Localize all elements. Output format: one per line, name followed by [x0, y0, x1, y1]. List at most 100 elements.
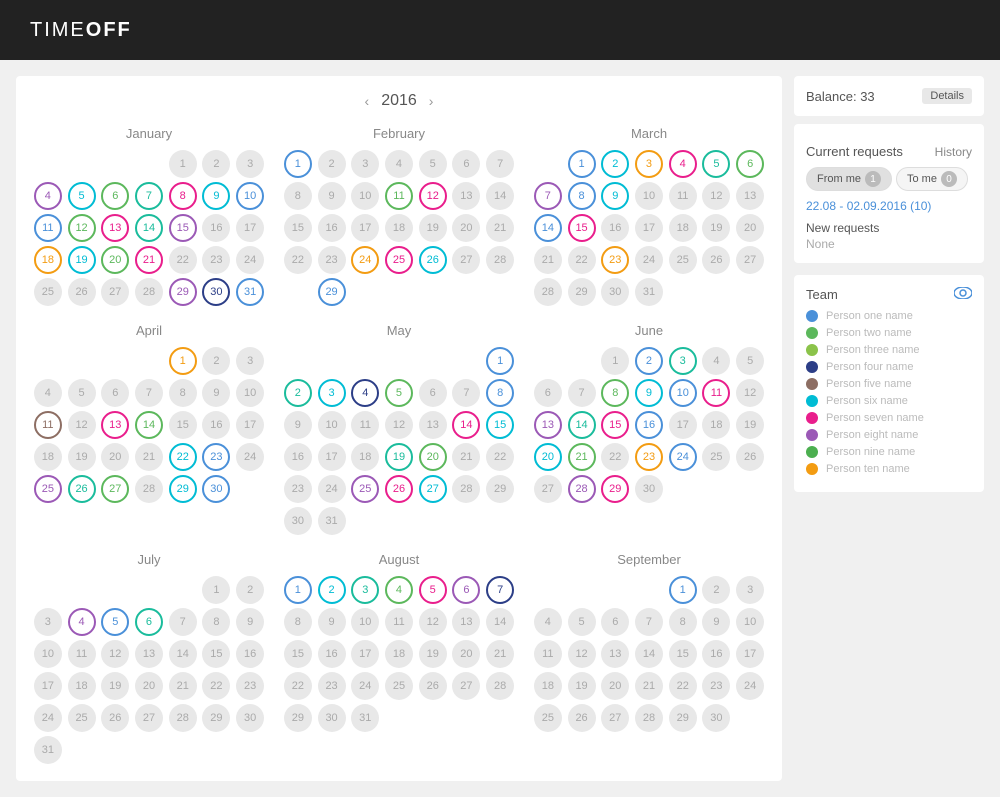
day-cell[interactable]: 14	[568, 411, 596, 439]
day-cell[interactable]: 3	[736, 576, 764, 604]
day-cell[interactable]: 7	[135, 379, 163, 407]
day-cell[interactable]: 20	[601, 672, 629, 700]
day-cell[interactable]: 4	[34, 379, 62, 407]
day-cell[interactable]: 2	[284, 379, 312, 407]
day-cell[interactable]: 13	[135, 640, 163, 668]
day-cell[interactable]: 14	[486, 182, 514, 210]
day-cell[interactable]: 4	[534, 608, 562, 636]
day-cell[interactable]: 8	[202, 608, 230, 636]
day-cell[interactable]: 1	[669, 576, 697, 604]
day-cell[interactable]: 21	[534, 246, 562, 274]
day-cell[interactable]: 6	[135, 608, 163, 636]
day-cell[interactable]: 26	[702, 246, 730, 274]
day-cell[interactable]: 4	[702, 347, 730, 375]
day-cell[interactable]: 29	[318, 278, 346, 306]
day-cell[interactable]: 31	[351, 704, 379, 732]
day-cell[interactable]: 27	[601, 704, 629, 732]
day-cell[interactable]: 5	[702, 150, 730, 178]
day-cell[interactable]: 24	[351, 672, 379, 700]
day-cell[interactable]: 1	[284, 576, 312, 604]
day-cell[interactable]: 12	[385, 411, 413, 439]
day-cell[interactable]: 17	[736, 640, 764, 668]
day-cell[interactable]: 7	[169, 608, 197, 636]
day-cell[interactable]: 8	[284, 182, 312, 210]
day-cell[interactable]: 13	[101, 214, 129, 242]
day-cell[interactable]: 12	[68, 214, 96, 242]
day-cell[interactable]: 24	[635, 246, 663, 274]
day-cell[interactable]: 3	[318, 379, 346, 407]
day-cell[interactable]: 29	[486, 475, 514, 503]
day-cell[interactable]: 17	[236, 411, 264, 439]
day-cell[interactable]: 15	[284, 214, 312, 242]
day-cell[interactable]: 8	[284, 608, 312, 636]
day-cell[interactable]: 9	[202, 182, 230, 210]
day-cell[interactable]: 11	[702, 379, 730, 407]
day-cell[interactable]: 28	[635, 704, 663, 732]
day-cell[interactable]: 31	[635, 278, 663, 306]
day-cell[interactable]: 18	[68, 672, 96, 700]
day-cell[interactable]: 6	[534, 379, 562, 407]
day-cell[interactable]: 29	[202, 704, 230, 732]
day-cell[interactable]: 30	[284, 507, 312, 535]
day-cell[interactable]: 6	[419, 379, 447, 407]
day-cell[interactable]: 17	[236, 214, 264, 242]
day-cell[interactable]: 26	[68, 278, 96, 306]
day-cell[interactable]: 1	[202, 576, 230, 604]
day-cell[interactable]: 2	[202, 150, 230, 178]
day-cell[interactable]: 3	[351, 150, 379, 178]
day-cell[interactable]: 14	[135, 214, 163, 242]
day-cell[interactable]: 26	[101, 704, 129, 732]
day-cell[interactable]: 24	[318, 475, 346, 503]
day-cell[interactable]: 5	[419, 576, 447, 604]
day-cell[interactable]: 25	[385, 672, 413, 700]
day-cell[interactable]: 22	[601, 443, 629, 471]
day-cell[interactable]: 19	[68, 443, 96, 471]
prev-year-arrow[interactable]: ‹	[365, 93, 370, 109]
day-cell[interactable]: 17	[635, 214, 663, 242]
day-cell[interactable]: 4	[351, 379, 379, 407]
day-cell[interactable]: 4	[669, 150, 697, 178]
date-range-link[interactable]: 22.08 - 02.09.2016 (10)	[806, 199, 972, 213]
day-cell[interactable]: 26	[419, 246, 447, 274]
day-cell[interactable]: 1	[568, 150, 596, 178]
day-cell[interactable]: 1	[169, 150, 197, 178]
day-cell[interactable]: 20	[452, 214, 480, 242]
day-cell[interactable]: 2	[318, 576, 346, 604]
day-cell[interactable]: 22	[669, 672, 697, 700]
day-cell[interactable]: 19	[736, 411, 764, 439]
day-cell[interactable]: 2	[601, 150, 629, 178]
day-cell[interactable]: 11	[534, 640, 562, 668]
day-cell[interactable]: 23	[702, 672, 730, 700]
day-cell[interactable]: 15	[568, 214, 596, 242]
day-cell[interactable]: 9	[635, 379, 663, 407]
day-cell[interactable]: 13	[534, 411, 562, 439]
day-cell[interactable]: 23	[635, 443, 663, 471]
day-cell[interactable]: 8	[568, 182, 596, 210]
day-cell[interactable]: 25	[68, 704, 96, 732]
history-link[interactable]: History	[935, 145, 972, 159]
day-cell[interactable]: 10	[351, 608, 379, 636]
day-cell[interactable]: 22	[568, 246, 596, 274]
day-cell[interactable]: 25	[34, 475, 62, 503]
day-cell[interactable]: 9	[601, 182, 629, 210]
day-cell[interactable]: 1	[169, 347, 197, 375]
day-cell[interactable]: 3	[34, 608, 62, 636]
day-cell[interactable]: 17	[669, 411, 697, 439]
day-cell[interactable]: 30	[635, 475, 663, 503]
day-cell[interactable]: 9	[318, 182, 346, 210]
day-cell[interactable]: 23	[202, 443, 230, 471]
day-cell[interactable]: 3	[236, 347, 264, 375]
day-cell[interactable]: 7	[135, 182, 163, 210]
day-cell[interactable]: 20	[419, 443, 447, 471]
day-cell[interactable]: 2	[702, 576, 730, 604]
day-cell[interactable]: 15	[669, 640, 697, 668]
day-cell[interactable]: 30	[236, 704, 264, 732]
day-cell[interactable]: 22	[284, 672, 312, 700]
day-cell[interactable]: 26	[568, 704, 596, 732]
day-cell[interactable]: 13	[601, 640, 629, 668]
day-cell[interactable]: 24	[34, 704, 62, 732]
day-cell[interactable]: 22	[169, 443, 197, 471]
day-cell[interactable]: 14	[534, 214, 562, 242]
day-cell[interactable]: 16	[202, 214, 230, 242]
day-cell[interactable]: 13	[452, 608, 480, 636]
